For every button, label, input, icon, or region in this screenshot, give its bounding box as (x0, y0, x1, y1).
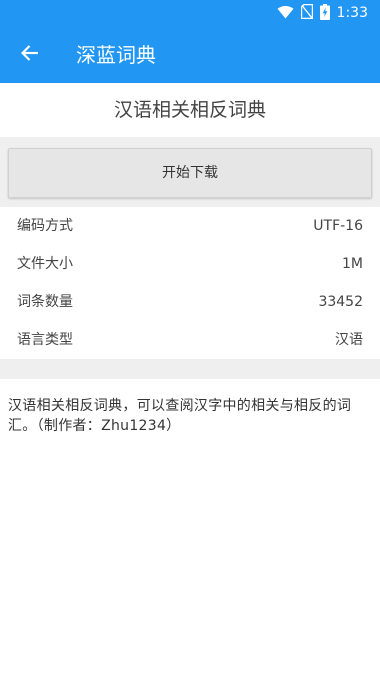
info-row-file-size: 文件大小 1M (0, 245, 380, 283)
status-icons: 1:33 (277, 3, 368, 24)
info-value: 汉语 (335, 332, 363, 348)
battery-charging-icon (319, 3, 330, 24)
status-bar: 1:33 (0, 0, 380, 27)
wifi-icon (277, 4, 294, 23)
info-row-language: 语言类型 汉语 (0, 321, 380, 359)
section-divider (0, 359, 380, 379)
info-row-entry-count: 词条数量 33452 (0, 283, 380, 321)
info-row-encoding: 编码方式 UTF-16 (0, 207, 380, 245)
dictionary-title: 汉语相关相反词典 (113, 99, 266, 121)
info-value: UTF-16 (313, 218, 363, 234)
info-label: 文件大小 (17, 256, 73, 272)
back-button[interactable] (12, 39, 48, 71)
app-title: 深蓝词典 (76, 43, 156, 67)
info-list: 编码方式 UTF-16 文件大小 1M 词条数量 33452 语言类型 汉语 (0, 207, 380, 359)
info-label: 编码方式 (17, 218, 73, 234)
info-label: 语言类型 (17, 332, 73, 348)
status-time: 1:33 (336, 5, 368, 21)
info-value: 33452 (318, 294, 363, 310)
no-sim-icon (300, 3, 313, 23)
info-label: 词条数量 (17, 294, 73, 310)
dictionary-header: 汉语相关相反词典 (0, 83, 380, 137)
start-download-button[interactable]: 开始下载 (8, 148, 372, 198)
arrow-left-icon (20, 44, 39, 66)
info-value: 1M (342, 256, 363, 272)
dictionary-description: 汉语相关相反词典，可以查阅汉字中的相关与相反的词汇。（制作者：Zhu1234） (8, 398, 352, 434)
app-bar: 深蓝词典 (0, 27, 380, 83)
